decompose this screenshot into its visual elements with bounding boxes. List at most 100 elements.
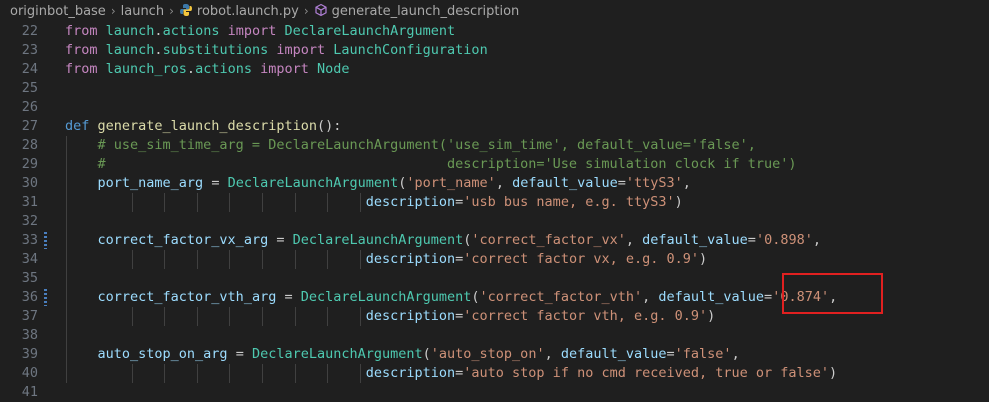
code-line[interactable]: 40 description='auto stop if no cmd rece…	[0, 364, 989, 383]
breadcrumb-item-launch-folder[interactable]: launch	[121, 4, 164, 19]
line-number: 40	[21, 365, 38, 381]
breadcrumb-item-file[interactable]: robot.launch.py	[179, 3, 299, 19]
code-text: auto_stop_on_arg = DeclareLaunchArgument…	[65, 345, 740, 364]
code-token: substitutions	[162, 42, 269, 58]
code-line[interactable]: 22 from launch.actions import DeclareLaun…	[0, 22, 989, 41]
indent-guide	[262, 364, 263, 383]
indent-guide	[262, 307, 263, 326]
code-editor[interactable]: 22 from launch.actions import DeclareLaun…	[0, 22, 989, 400]
code-token: )	[698, 251, 708, 267]
code-token: .	[154, 23, 163, 39]
line-number: 35	[21, 270, 38, 286]
code-token: =	[227, 346, 252, 362]
code-token: ,	[812, 232, 821, 248]
code-token: Node	[317, 61, 350, 77]
code-token: from	[65, 42, 106, 58]
code-token: =	[276, 289, 301, 305]
code-line[interactable]: 30 port_name_arg = DeclareLaunchArgument…	[0, 174, 989, 193]
breadcrumb-file-label: robot.launch.py	[196, 4, 299, 19]
indent-guide	[164, 307, 165, 326]
code-line[interactable]: 32	[0, 212, 989, 231]
line-number: 36	[21, 289, 38, 305]
code-token: ,	[682, 175, 691, 191]
line-number: 27	[21, 118, 38, 134]
line-number: 28	[21, 137, 38, 153]
code-token: (	[422, 346, 431, 362]
code-line[interactable]: 29 # description='Use simulation clock i…	[0, 155, 989, 174]
code-token: =	[666, 346, 675, 362]
indent-guide	[327, 250, 328, 269]
code-token: default_value	[560, 346, 667, 362]
indent-guide	[132, 307, 133, 326]
indent-guide	[197, 364, 198, 383]
code-token: )	[707, 308, 716, 324]
code-token: default_value	[512, 175, 618, 191]
indent-guide	[164, 364, 165, 383]
code-text: # description='Use simulation clock if t…	[65, 155, 797, 174]
code-line[interactable]: 26	[0, 98, 989, 117]
breadcrumb: originbot_base › launch › robot.launch.p…	[0, 0, 989, 22]
code-token: )	[829, 365, 838, 381]
code-line[interactable]: 25	[0, 79, 989, 98]
code-text: from launch.substitutions import LaunchC…	[65, 41, 488, 60]
code-text: def generate_launch_description():	[65, 117, 341, 136]
line-number: 26	[21, 99, 38, 115]
code-line[interactable]: 27 def generate_launch_description():	[0, 117, 989, 136]
code-token: launch	[105, 23, 155, 39]
code-line[interactable]: 33 correct_factor_vx_arg = DeclareLaunch…	[0, 231, 989, 250]
code-token: port_name_arg	[97, 175, 204, 191]
code-token: .	[154, 42, 163, 58]
code-token: =	[617, 175, 626, 191]
indent-guide	[295, 364, 296, 383]
indent-guide	[66, 136, 67, 383]
code-text: from launch_ros.actions import Node	[65, 60, 350, 79]
code-line[interactable]: 23 from launch.substitutions import Launc…	[0, 41, 989, 60]
code-token: ,	[544, 346, 561, 362]
code-token: DeclareLaunchArgument	[227, 175, 399, 191]
code-text: description='usb bus name, e.g. ttyS3')	[65, 193, 683, 212]
indent-guide	[229, 364, 230, 383]
indent-guide	[327, 364, 328, 383]
code-token: # use_sim_time_arg = DeclareLaunchArgume…	[65, 137, 756, 153]
code-token: ,	[625, 232, 643, 248]
breadcrumb-item-symbol[interactable]: generate_launch_description	[314, 3, 519, 19]
code-token: ():	[316, 118, 342, 134]
code-token: actions	[195, 61, 252, 77]
symbol-method-icon	[315, 3, 327, 17]
code-line[interactable]: 28 # use_sim_time_arg = DeclareLaunchArg…	[0, 136, 989, 155]
code-token: ,	[731, 346, 740, 362]
code-token: 'correct factor vx, e.g. 0.9'	[463, 251, 699, 267]
code-token: DeclareLaunchArgument	[251, 346, 423, 362]
indent-guide	[229, 193, 230, 212]
code-line[interactable]: 31 description='usb bus name, e.g. ttyS3…	[0, 193, 989, 212]
line-number: 34	[21, 251, 38, 267]
indent-guide	[229, 307, 230, 326]
line-number: 38	[21, 327, 38, 343]
breadcrumb-item-folder[interactable]: originbot_base	[10, 4, 106, 19]
code-token: DeclareLaunchArgument	[300, 289, 472, 305]
chevron-right-icon: ›	[303, 4, 309, 18]
code-token: correct_factor_vx_arg	[97, 232, 269, 248]
code-text: # use_sim_time_arg = DeclareLaunchArgume…	[65, 136, 756, 155]
code-token: ,	[495, 175, 513, 191]
indent-guide	[295, 193, 296, 212]
code-token: 'correct_factor_vth'	[479, 289, 643, 305]
code-line[interactable]: 24 from launch_ros.actions import Node	[0, 60, 989, 79]
indent-guide	[360, 250, 361, 269]
code-token: 'port_name'	[406, 175, 496, 191]
code-token: from	[65, 23, 106, 39]
code-line[interactable]: 41	[0, 383, 989, 402]
code-line[interactable]: 39 auto_stop_on_arg = DeclareLaunchArgum…	[0, 345, 989, 364]
code-token: (	[471, 289, 480, 305]
code-token: description	[365, 194, 456, 210]
code-token: DeclareLaunchArgument	[284, 23, 456, 39]
code-token: =	[268, 232, 293, 248]
code-text: description='correct factor vx, e.g. 0.9…	[65, 250, 707, 269]
code-line[interactable]: 34 description='correct factor vx, e.g. …	[0, 250, 989, 269]
code-line[interactable]: 38	[0, 326, 989, 345]
indent-guide	[360, 307, 361, 326]
